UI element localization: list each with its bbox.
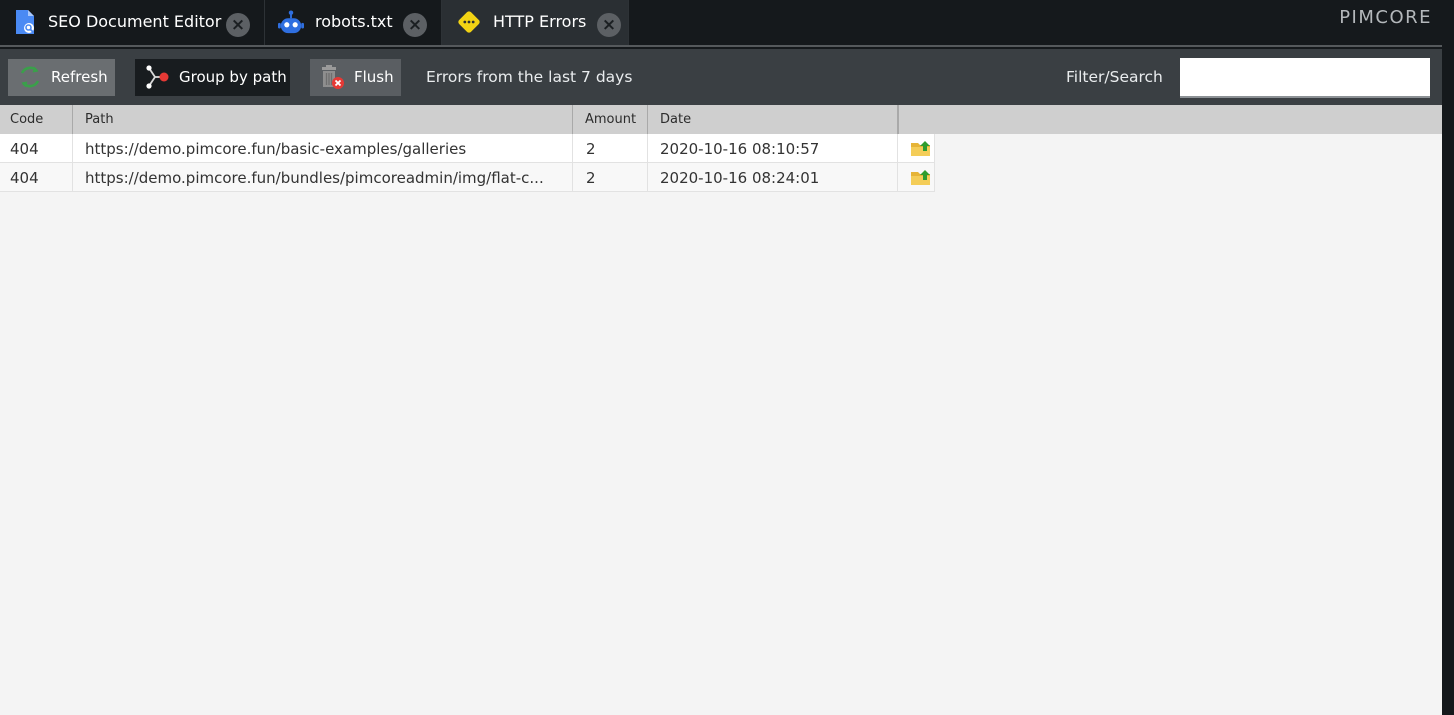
cell-path: https://demo.pimcore.fun/basic-examples/…: [73, 134, 573, 163]
cell-amount: 2: [573, 134, 648, 163]
flush-button[interactable]: Flush: [310, 59, 401, 96]
document-search-icon: [12, 9, 38, 35]
open-url-button[interactable]: [898, 163, 935, 192]
warning-icon: [456, 9, 482, 35]
folder-open-icon: [911, 170, 930, 185]
tab-bar: SEO Document Editor × robots.txt × HTTP …: [0, 0, 1454, 45]
column-header-date[interactable]: Date: [648, 105, 898, 134]
http-errors-grid: Code Path Amount Date 404 https://demo.p…: [0, 105, 1442, 715]
cell-code: 404: [0, 163, 73, 192]
grid-header: Code Path Amount Date: [0, 105, 1442, 134]
tab-label: HTTP Errors: [493, 12, 587, 31]
tab-http-errors[interactable]: HTTP Errors ×: [442, 0, 629, 45]
cell-code: 404: [0, 134, 73, 163]
table-row[interactable]: 404 https://demo.pimcore.fun/basic-examp…: [0, 134, 935, 163]
robot-icon: [278, 9, 304, 35]
refresh-icon: [17, 64, 43, 90]
folder-open-icon: [911, 141, 930, 156]
errors-timeframe-text: Errors from the last 7 days: [426, 68, 633, 86]
filter-search-label: Filter/Search: [1066, 68, 1163, 86]
cell-date: 2020-10-16 08:10:57: [648, 134, 898, 163]
close-icon[interactable]: ×: [597, 13, 621, 37]
trash-delete-icon: [319, 64, 345, 90]
table-row[interactable]: 404 https://demo.pimcore.fun/bundles/pim…: [0, 163, 935, 192]
cell-date: 2020-10-16 08:24:01: [648, 163, 898, 192]
toolbar: Refresh Group by path Flush Errors from …: [0, 49, 1442, 105]
tab-robots-txt[interactable]: robots.txt ×: [265, 0, 442, 45]
close-icon[interactable]: ×: [403, 13, 427, 37]
refresh-button[interactable]: Refresh: [8, 59, 115, 96]
refresh-label: Refresh: [51, 68, 108, 86]
cell-path: https://demo.pimcore.fun/bundles/pimcore…: [73, 163, 573, 192]
close-icon[interactable]: ×: [226, 13, 250, 37]
pimcore-logo: PIMCORE: [1339, 7, 1432, 28]
column-header-path[interactable]: Path: [73, 105, 573, 134]
branch-icon: [144, 64, 170, 90]
open-url-button[interactable]: [898, 134, 935, 163]
column-header-code[interactable]: Code: [0, 105, 73, 134]
right-edge: [1442, 45, 1454, 715]
tab-label: SEO Document Editor: [48, 12, 222, 31]
column-header-action: [898, 105, 899, 134]
tab-label: robots.txt: [315, 12, 393, 31]
column-header-amount[interactable]: Amount: [573, 105, 648, 134]
filter-search-input[interactable]: [1180, 58, 1430, 98]
cell-amount: 2: [573, 163, 648, 192]
tab-seo-document-editor[interactable]: SEO Document Editor ×: [0, 0, 265, 45]
flush-label: Flush: [354, 68, 394, 86]
group-by-path-label: Group by path: [179, 68, 287, 86]
group-by-path-button[interactable]: Group by path: [135, 59, 290, 96]
